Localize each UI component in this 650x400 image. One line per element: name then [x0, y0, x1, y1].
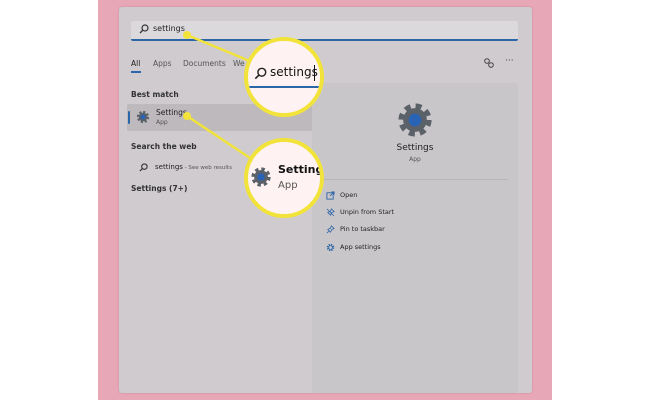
search-underline [248, 86, 320, 88]
search-icon [254, 67, 267, 80]
zoom-settings-title: Settings [278, 163, 324, 176]
zoom-callout-settings: Settings App [244, 138, 324, 218]
callout-leaders [183, 31, 253, 160]
settings-app-icon [251, 167, 271, 187]
zoom-callout-search: settings [244, 37, 324, 117]
zoom-search-text: settings [270, 65, 318, 79]
zoom-settings-subtitle: App [278, 180, 298, 191]
text-caret [314, 65, 315, 81]
